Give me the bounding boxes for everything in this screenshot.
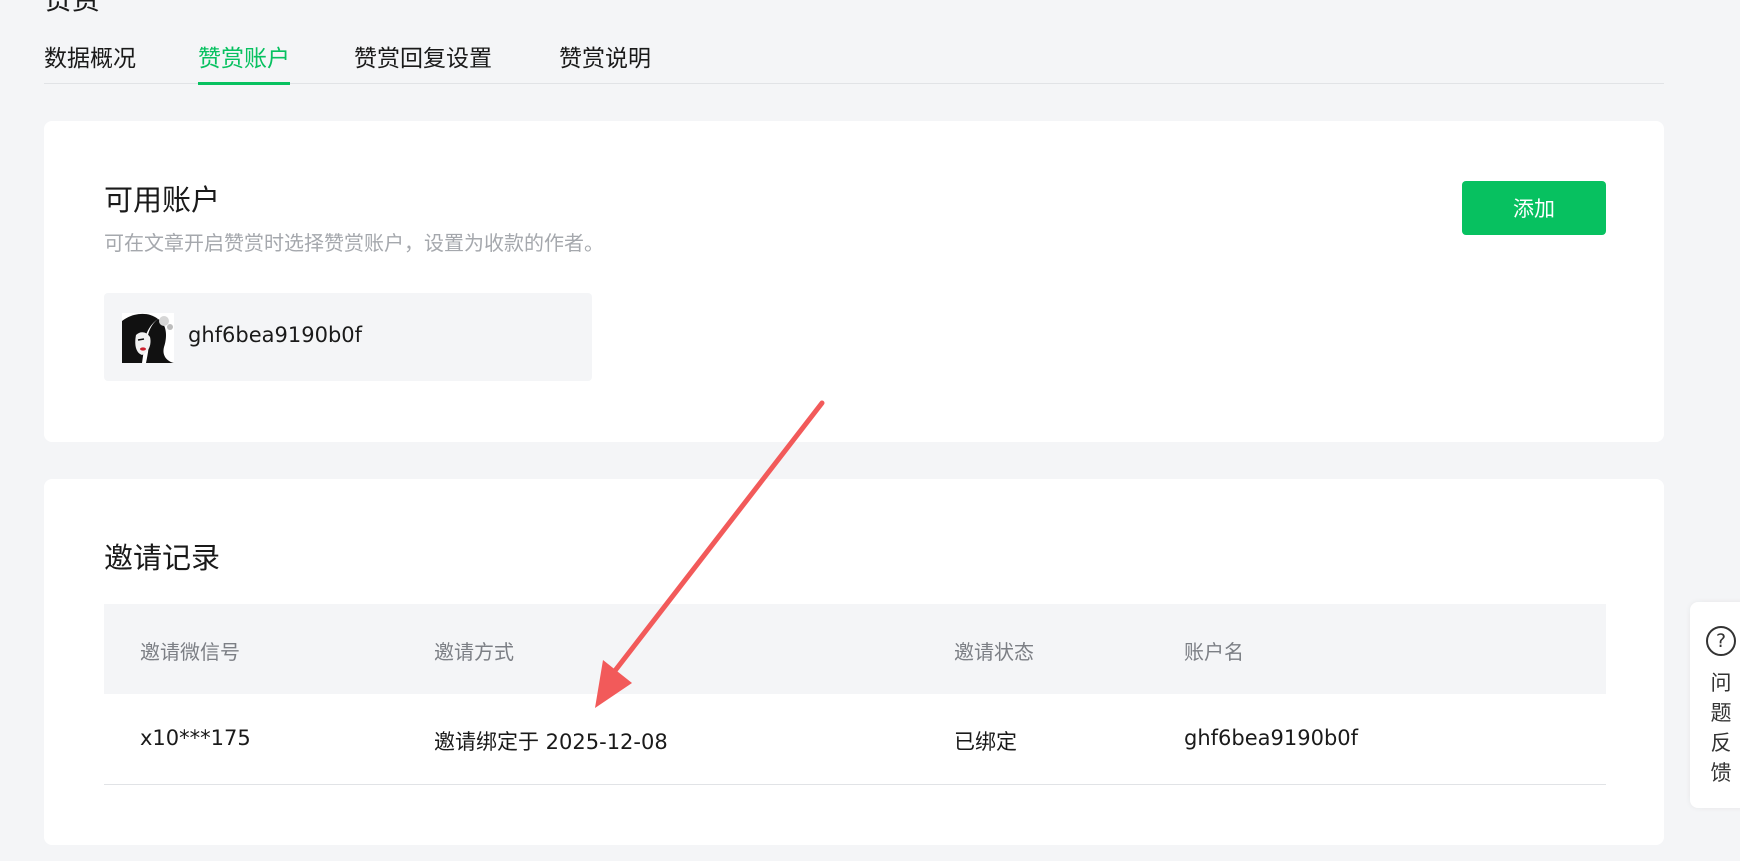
column-header-wechat-id: 邀请微信号	[140, 640, 240, 664]
tab-reward-reply-settings[interactable]: 赞赏回复设置	[354, 42, 492, 84]
question-circle-icon: ?	[1706, 626, 1736, 656]
add-account-button[interactable]: 添加	[1462, 181, 1606, 235]
available-accounts-card: 可用账户 可在文章开启赞赏时选择赞赏账户，设置为收款的作者。 添加 ghf6be…	[44, 121, 1664, 442]
column-header-invite-status: 邀请状态	[954, 640, 1034, 664]
tab-reward-accounts[interactable]: 赞赏账户	[198, 42, 290, 85]
account-item[interactable]: ghf6bea9190b0f	[104, 293, 592, 381]
invite-records-title: 邀请记录	[104, 541, 221, 575]
cell-invite-status: 已绑定	[954, 730, 1017, 754]
table-header: 邀请微信号 邀请方式 邀请状态 账户名	[104, 604, 1606, 694]
tab-bar: 数据概况 赞赏账户 赞赏回复设置 赞赏说明	[44, 42, 1664, 85]
cell-wechat-id: x10***175	[140, 726, 251, 750]
tab-reward-instructions[interactable]: 赞赏说明	[559, 42, 651, 84]
page-heading: 赞赏	[44, 0, 100, 18]
feedback-label: 问题反馈	[1710, 671, 1732, 785]
account-avatar	[122, 313, 174, 363]
column-header-account-name: 账户名	[1184, 640, 1244, 664]
table-row: x10***175 邀请绑定于 2025-12-08 已绑定 ghf6bea91…	[104, 694, 1606, 785]
invite-records-card: 邀请记录 邀请微信号 邀请方式 邀请状态 账户名 x10***175 邀请绑定于…	[44, 479, 1664, 845]
cell-invite-method: 邀请绑定于 2025-12-08	[434, 730, 668, 754]
available-accounts-title: 可用账户	[104, 183, 221, 217]
tab-data-overview[interactable]: 数据概况	[44, 42, 136, 84]
available-accounts-description: 可在文章开启赞赏时选择赞赏账户，设置为收款的作者。	[104, 231, 604, 255]
feedback-button[interactable]: ? 问题反馈	[1690, 602, 1740, 808]
column-header-invite-method: 邀请方式	[434, 640, 514, 664]
cell-account-name: ghf6bea9190b0f	[1184, 726, 1359, 750]
account-name: ghf6bea9190b0f	[188, 323, 363, 347]
